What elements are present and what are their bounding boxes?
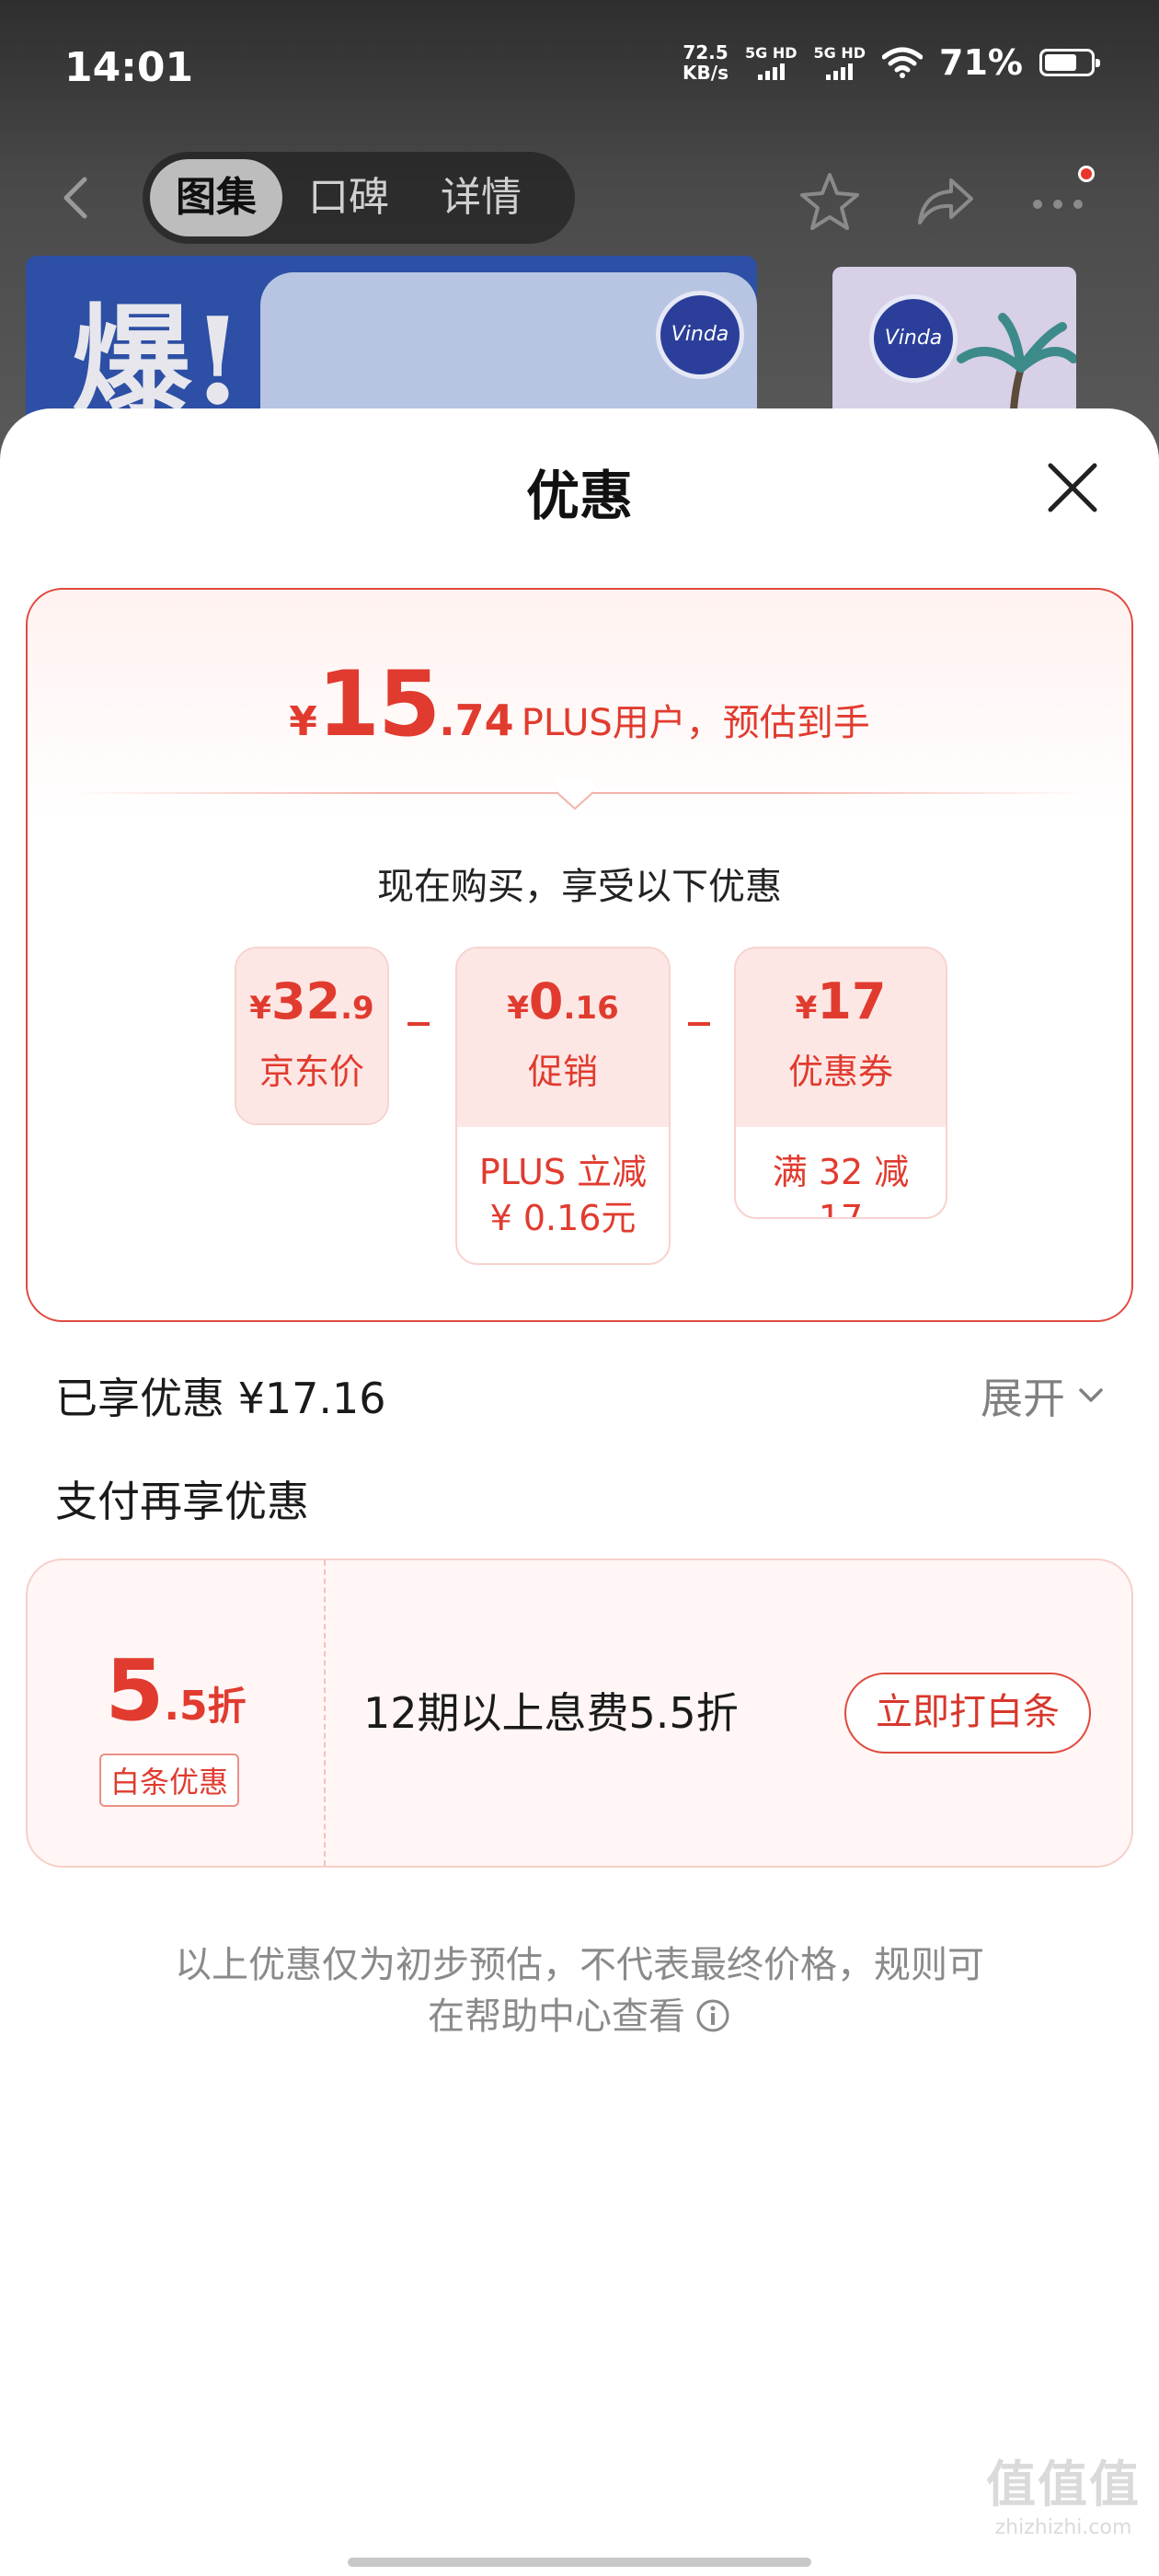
chip-label: 京东价 xyxy=(258,1052,364,1092)
discount-value: 5.5折 xyxy=(105,1641,247,1740)
status-bar: 14:01 72.5 KB/s 5G HD 5G HD 71% xyxy=(0,0,1159,138)
close-icon[interactable] xyxy=(1043,458,1102,517)
estimate-label: PLUS用户，预估到手 xyxy=(521,702,870,744)
product-page-background: 14:01 72.5 KB/s 5G HD 5G HD 71% 图集 口碑 详情… xyxy=(0,0,1159,478)
share-icon[interactable] xyxy=(911,167,981,237)
home-indicator[interactable] xyxy=(348,2558,811,2567)
notification-dot xyxy=(1078,166,1095,182)
vinda-logo: Vinda xyxy=(656,291,744,379)
divider-notch-icon xyxy=(557,779,593,811)
payment-offers-title: 支付再享优惠 xyxy=(55,1477,309,1526)
promotion-chip: ¥0.16 促销 PLUS 立减 ¥ 0.16元 xyxy=(455,947,671,1265)
chevron-down-icon xyxy=(1079,1388,1103,1402)
info-icon[interactable] xyxy=(694,1997,731,2034)
minus-sign xyxy=(407,1022,430,1026)
chip-note: 满 32 减 17 xyxy=(772,1152,910,1219)
coupon-chip: ¥17 优惠券 满 32 减 17 xyxy=(734,947,947,1219)
tab-details[interactable]: 详情 xyxy=(415,159,547,236)
chip-note: PLUS 立减 ¥ 0.16元 xyxy=(478,1152,648,1238)
tab-reviews[interactable]: 口碑 xyxy=(282,159,415,236)
disclaimer: 以上优惠仅为初步预估，不代表最终价格，规则可 在帮助中心查看 xyxy=(175,1944,984,2038)
discount-sheet: 优惠 ¥15.74 PLUS用户，预估到手 现在购买，享受以下优惠 ¥32.9 京… xyxy=(0,408,1159,2576)
signal-bars-icon xyxy=(757,62,785,80)
buy-now-text: 现在购买，享受以下优惠 xyxy=(377,866,782,908)
baitiao-offer-card: 5.5折 白条优惠 12期以上息费5.5折 立即打白条 xyxy=(26,1558,1133,1868)
wifi-icon xyxy=(882,47,924,78)
price-summary-card: ¥15.74 PLUS用户，预估到手 现在购买，享受以下优惠 ¥32.9 京东价 … xyxy=(26,588,1133,1322)
signal-bars-icon xyxy=(826,62,854,80)
back-icon[interactable] xyxy=(55,175,101,221)
chip-label: 优惠券 xyxy=(787,1052,893,1092)
battery-percent: 71% xyxy=(939,42,1023,83)
chip-label: 促销 xyxy=(527,1052,598,1092)
expand-button[interactable]: 展开 xyxy=(981,1365,1104,1426)
minus-sign xyxy=(688,1022,710,1026)
battery-icon xyxy=(1039,49,1100,76)
status-indicators: 72.5 KB/s 5G HD 5G HD 71% xyxy=(683,41,1100,84)
dashed-separator xyxy=(324,1560,326,1866)
jd-price-chip: ¥32.9 京东价 xyxy=(235,947,389,1125)
battery-fill xyxy=(1045,54,1077,71)
top-nav: 图集 口碑 详情 xyxy=(0,147,1159,248)
star-icon[interactable] xyxy=(795,167,865,237)
sheet-title: 优惠 xyxy=(525,465,633,527)
offer-description: 12期以上息费5.5折 xyxy=(363,1688,739,1738)
baitiao-tag: 白条优惠 xyxy=(99,1754,240,1807)
segmented-tabs: 图集 口碑 详情 xyxy=(143,152,575,244)
signal-sim2: 5G HD xyxy=(814,45,866,80)
enjoyed-discount: 已享优惠 ¥17.16 xyxy=(55,1374,386,1423)
signal-sim1: 5G HD xyxy=(745,45,798,80)
estimated-price: ¥15.74 PLUS用户，预估到手 xyxy=(289,652,870,757)
use-baitiao-button[interactable]: 立即打白条 xyxy=(844,1673,1091,1754)
watermark: 值值值 zhizhizhi.com xyxy=(986,2455,1141,2539)
network-speed: 72.5 KB/s xyxy=(683,41,729,84)
tab-gallery[interactable]: 图集 xyxy=(150,159,282,236)
status-time: 14:01 xyxy=(64,44,194,91)
